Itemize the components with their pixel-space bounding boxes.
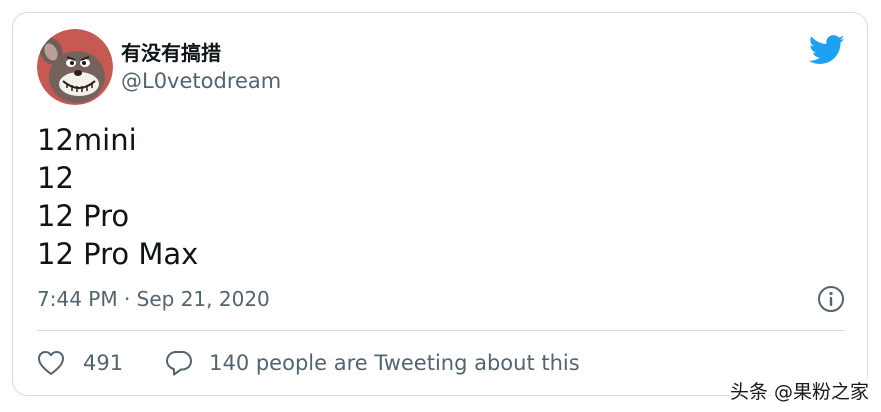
tweet-timestamp[interactable]: 7:44 PM · Sep 21, 2020 xyxy=(37,287,270,311)
tweet-card[interactable]: 有没有搞措 @L0vetodream 12mini 12 12 Pro 12 P… xyxy=(12,12,868,396)
tweet-text-line: 12 Pro xyxy=(37,199,130,233)
cartoon-mouse-avatar-icon xyxy=(37,29,113,105)
heart-icon xyxy=(38,351,64,375)
like-count: 491 xyxy=(83,351,124,375)
reply-button[interactable]: 140 people are Tweeting about this xyxy=(165,349,580,377)
avatar[interactable] xyxy=(37,29,113,105)
tweet-text-line: 12 Pro Max xyxy=(37,237,199,271)
tweet-text: 12mini 12 12 Pro 12 Pro Max xyxy=(37,121,198,273)
display-name[interactable]: 有没有搞措 xyxy=(121,37,221,66)
tweet-text-line: 12mini xyxy=(37,123,137,157)
twitter-bird-icon[interactable] xyxy=(808,35,845,65)
page: 有没有搞措 @L0vetodream 12mini 12 12 Pro 12 P… xyxy=(0,0,881,412)
like-button[interactable]: 491 xyxy=(37,350,123,376)
watermark: 头条 @果粉之家 xyxy=(729,377,869,404)
tweet-actions: 491 140 people are Tweeting about this xyxy=(37,347,580,379)
speech-bubble-icon xyxy=(166,351,193,376)
info-icon[interactable] xyxy=(817,285,845,313)
divider xyxy=(37,330,845,331)
user-handle[interactable]: @L0vetodream xyxy=(121,69,281,93)
tweet-text-line: 12 xyxy=(37,161,74,195)
reply-text: 140 people are Tweeting about this xyxy=(209,351,580,375)
